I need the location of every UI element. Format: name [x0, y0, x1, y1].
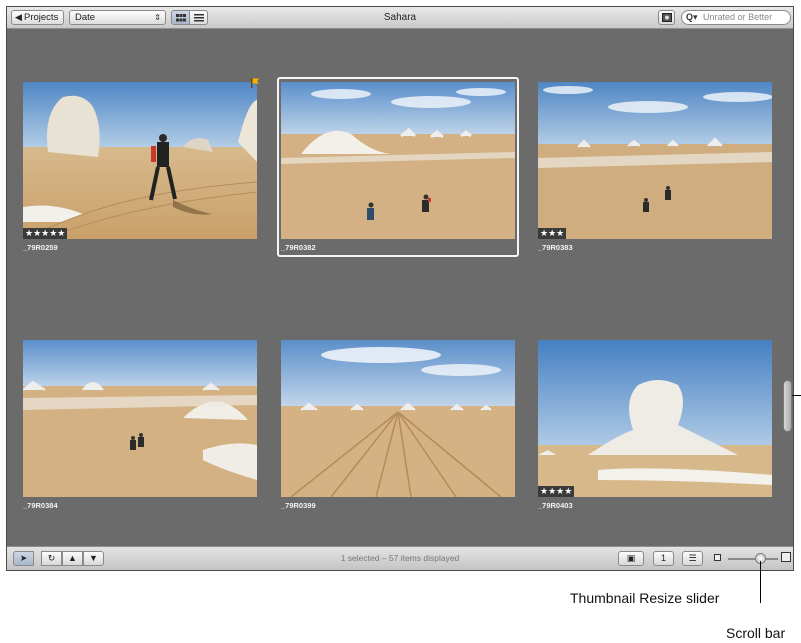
list-view-button[interactable]	[189, 10, 208, 25]
scrollbar-callout: Scroll bar	[726, 625, 786, 641]
grid-icon	[175, 14, 186, 22]
rating-badge: ★★★	[538, 228, 567, 239]
bottom-toolbar: ➤ ↻ ▲ ▼ 1 selected – 57 items displayed …	[7, 546, 793, 570]
thumbnail-resize-slider[interactable]	[728, 558, 778, 560]
search-icon: Q▾	[686, 12, 698, 22]
thumbnail-item[interactable]: ★★★	[538, 82, 772, 239]
search-filter-button[interactable]	[658, 10, 675, 25]
photo-thumbnail	[23, 340, 257, 497]
scroll-bar[interactable]	[781, 29, 793, 548]
filter-hud-icon	[661, 13, 672, 22]
callout-line	[760, 561, 761, 603]
photo-thumbnail	[281, 340, 515, 497]
thumbnail-name: _79R0383	[538, 243, 573, 252]
thumbnail-item[interactable]	[281, 82, 515, 239]
thumbnail-name: _79R0403	[538, 501, 573, 510]
back-arrow-icon: ◀	[15, 12, 22, 22]
grid-view-button[interactable]	[171, 10, 190, 25]
photo-thumbnail	[281, 82, 515, 239]
photo-thumbnail	[538, 82, 772, 239]
filter-search-field[interactable]: Q▾ Unrated or Better	[681, 10, 791, 25]
slider-callout: Thumbnail Resize slider	[570, 590, 720, 606]
scroll-thumb[interactable]	[783, 380, 792, 432]
primary-only-button[interactable]: 1	[653, 551, 674, 566]
browser-window: ◀ Projects Date ⇕ Sahara Q▾ Unrated or B…	[6, 6, 794, 571]
status-text: 1 selected – 57 items displayed	[340, 553, 460, 563]
projects-label: Projects	[24, 12, 59, 23]
flag-icon[interactable]	[250, 78, 259, 88]
thumbnail-item[interactable]	[281, 340, 515, 497]
large-thumb-icon	[781, 552, 791, 562]
thumbnail-name: _79R0259	[23, 243, 58, 252]
rating-badge: ★★★★★	[23, 228, 68, 239]
projects-button[interactable]: ◀ Projects	[11, 10, 64, 25]
thumbnail-item[interactable]: ★★★★	[538, 340, 772, 497]
updown-caret-icon: ⇕	[154, 13, 161, 22]
filter-placeholder: Unrated or Better	[703, 12, 773, 22]
list-icon	[193, 14, 204, 22]
photo-thumbnail	[538, 340, 772, 497]
thumbnail-name: _79R0382	[281, 243, 316, 252]
metadata-overlay-button[interactable]: ☰	[682, 551, 703, 566]
quick-preview-button[interactable]: ▣	[618, 551, 644, 566]
preview-icon: ▣	[626, 553, 636, 563]
photo-thumbnail	[23, 82, 257, 239]
thumbnail-item[interactable]	[23, 340, 257, 497]
browser-toolbar: ◀ Projects Date ⇕ Sahara Q▾ Unrated or B…	[7, 7, 793, 29]
rating-badge: ★★★★	[538, 486, 575, 497]
callout-line	[792, 395, 801, 396]
small-thumb-icon	[714, 554, 721, 561]
sort-value: Date	[75, 12, 96, 23]
thumbnail-item[interactable]: ★★★★★	[23, 78, 259, 239]
thumbnail-name: _79R0384	[23, 501, 58, 510]
thumbnail-name: _79R0399	[281, 501, 316, 510]
sort-select[interactable]: Date ⇕	[69, 10, 166, 25]
one-icon: 1	[660, 553, 666, 563]
list-view-icon: ☰	[688, 553, 697, 563]
